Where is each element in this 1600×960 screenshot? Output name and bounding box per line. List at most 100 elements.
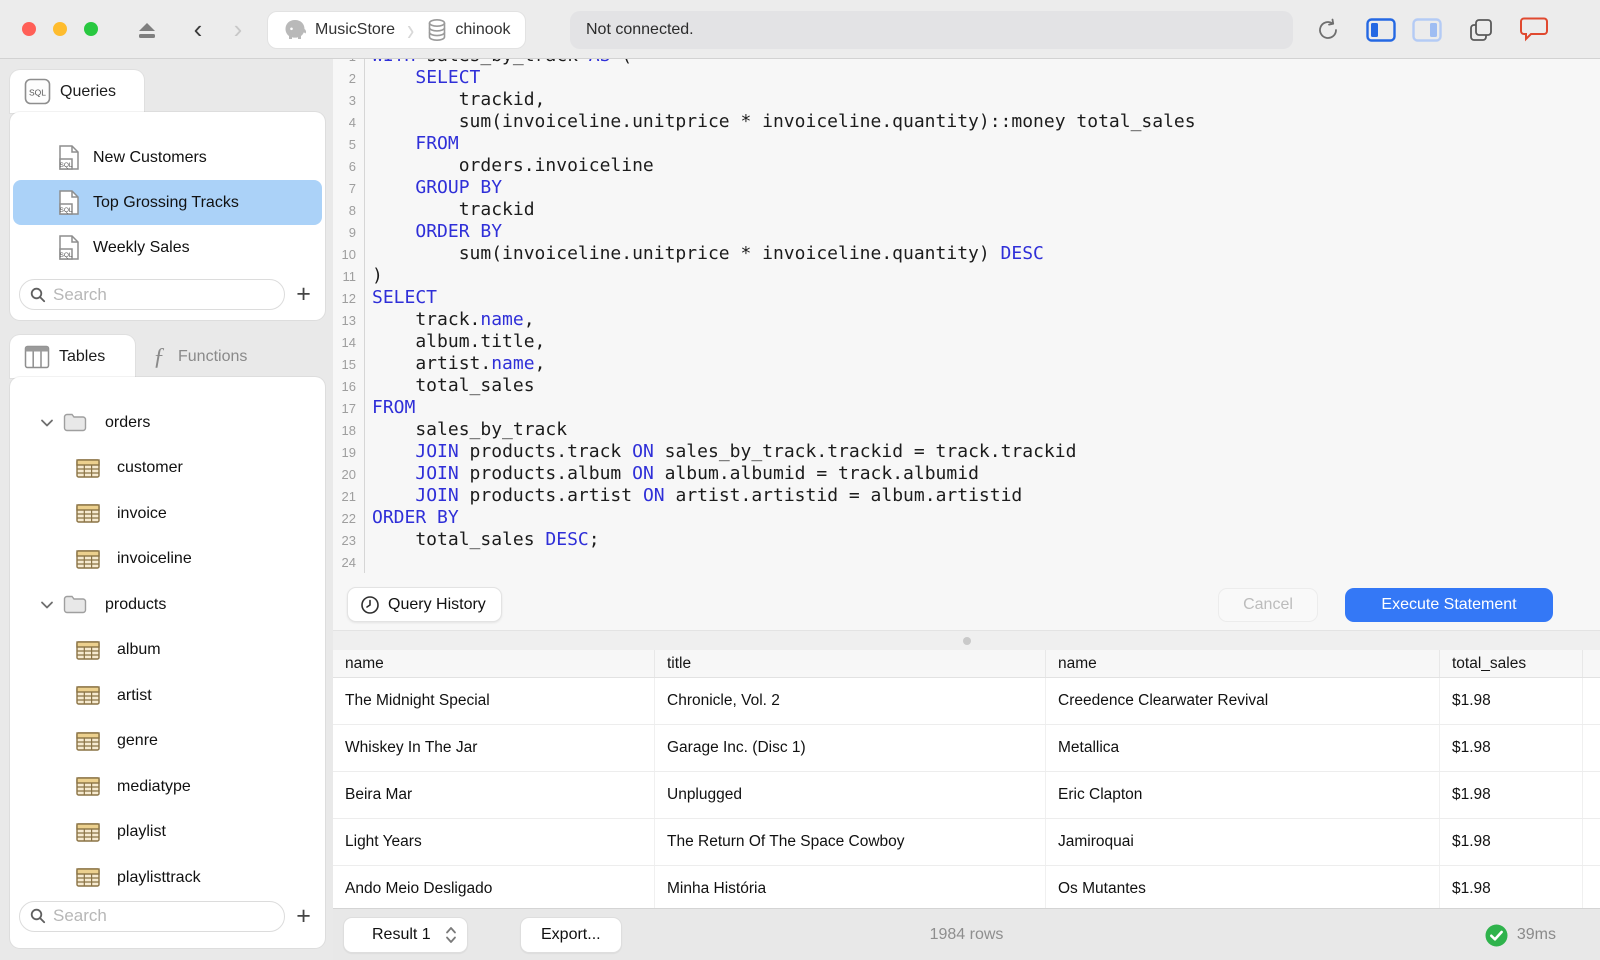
code-line-17[interactable]: 17 FROM: [333, 397, 1600, 419]
table-row[interactable]: Ando Meio Desligado Minha História Os Muta…: [333, 866, 1600, 908]
code-line-15[interactable]: 15 artist.name,: [333, 353, 1600, 375]
table-cell[interactable]: $1.98: [1440, 819, 1583, 865]
column-header-total_sales[interactable]: total_sales: [1440, 650, 1583, 677]
add-query-button[interactable]: +: [291, 280, 316, 309]
table-item-genre[interactable]: genre: [10, 719, 325, 765]
code-line-16[interactable]: 16 total_sales: [333, 375, 1600, 397]
schema-products[interactable]: products: [10, 582, 325, 628]
sql-editor[interactable]: 1WITH sales_by_track AS (2 SELECT3 track…: [333, 59, 1600, 573]
code-line-3[interactable]: 3 trackid,: [333, 89, 1600, 111]
breadcrumb[interactable]: MusicStore › chinook: [267, 11, 526, 49]
table-item-playlist[interactable]: playlist: [10, 810, 325, 856]
breadcrumb-server[interactable]: MusicStore: [282, 18, 395, 42]
query-history-button[interactable]: Query History: [347, 587, 502, 622]
table-cell[interactable]: Light Years: [333, 819, 655, 865]
column-header-name[interactable]: name: [1046, 650, 1440, 677]
tables-search-field[interactable]: [19, 900, 285, 932]
code-line-22[interactable]: 22 ORDER BY: [333, 507, 1600, 529]
table-row[interactable]: Beira Mar Unplugged Eric Clapton $1.98: [333, 772, 1600, 819]
table-cell[interactable]: Beira Mar: [333, 772, 655, 818]
code-line-9[interactable]: 9 ORDER BY: [333, 221, 1600, 243]
table-cell[interactable]: $1.98: [1440, 772, 1583, 818]
tab-queries[interactable]: SQL Queries: [10, 70, 144, 113]
table-item-invoice[interactable]: invoice: [10, 491, 325, 537]
refresh-icon[interactable]: [1312, 0, 1344, 59]
code-line-10[interactable]: 10 sum(invoiceline.unitprice * invoiceli…: [333, 243, 1600, 265]
table-item-invoiceline[interactable]: invoiceline: [10, 537, 325, 583]
back-icon[interactable]: ‹: [184, 0, 212, 59]
tab-functions[interactable]: ƒ Functions: [135, 335, 310, 378]
close-window-button[interactable]: [22, 22, 36, 36]
table-cell[interactable]: Ando Meio Desligado: [333, 866, 655, 908]
table-item-artist[interactable]: artist: [10, 673, 325, 719]
code-line-21[interactable]: 21 JOIN products.artist ON artist.artist…: [333, 485, 1600, 507]
queries-search-field[interactable]: [19, 279, 285, 310]
table-cell[interactable]: $1.98: [1440, 678, 1583, 724]
table-cell[interactable]: Eric Clapton: [1046, 772, 1440, 818]
code-line-7[interactable]: 7 GROUP BY: [333, 177, 1600, 199]
splitter-grip[interactable]: [962, 637, 971, 645]
windows-icon[interactable]: [1464, 0, 1498, 59]
tables-search-input[interactable]: [53, 906, 274, 926]
zoom-window-button[interactable]: [84, 22, 98, 36]
table-row[interactable]: The Midnight Special Chronicle, Vol. 2 Cre…: [333, 678, 1600, 725]
table-cell[interactable]: $1.98: [1440, 866, 1583, 908]
code-line-19[interactable]: 19 JOIN products.track ON sales_by_track…: [333, 441, 1600, 463]
queries-search-input[interactable]: [53, 284, 274, 305]
table-item-customer[interactable]: customer: [10, 446, 325, 492]
table-cell[interactable]: Whiskey In The Jar: [333, 725, 655, 771]
table-row[interactable]: Whiskey In The Jar Garage Inc. (Disc 1) Me…: [333, 725, 1600, 772]
table-cell[interactable]: Unplugged: [655, 772, 1046, 818]
cancel-button[interactable]: Cancel: [1218, 588, 1318, 622]
table-row[interactable]: Light Years The Return Of The Space Cowbo…: [333, 819, 1600, 866]
code-line-4[interactable]: 4 sum(invoiceline.unitprice * invoicelin…: [333, 111, 1600, 133]
code-line-14[interactable]: 14 album.title,: [333, 331, 1600, 353]
table-cell[interactable]: Jamiroquai: [1046, 819, 1440, 865]
execute-statement-button[interactable]: Execute Statement: [1345, 588, 1553, 622]
column-header-title[interactable]: title: [655, 650, 1046, 677]
code-line-20[interactable]: 20 JOIN products.album ON album.albumid …: [333, 463, 1600, 485]
code-line-12[interactable]: 12 SELECT: [333, 287, 1600, 309]
table-cell[interactable]: Metallica: [1046, 725, 1440, 771]
breadcrumb-database[interactable]: chinook: [426, 18, 511, 42]
code-line-18[interactable]: 18 sales_by_track: [333, 419, 1600, 441]
column-header-name[interactable]: name: [333, 650, 655, 677]
query-item-top-grossing-tracks[interactable]: SQL Top Grossing Tracks: [13, 180, 322, 225]
table-cell[interactable]: Minha História: [655, 866, 1046, 908]
code-line-5[interactable]: 5 FROM: [333, 133, 1600, 155]
forward-icon[interactable]: ›: [224, 0, 252, 59]
eject-icon[interactable]: [134, 0, 160, 59]
code-line-1[interactable]: 1 WITH sales_by_track AS (: [333, 59, 1600, 67]
svg-text:SQL: SQL: [59, 207, 72, 214]
chevron-down-icon[interactable]: [40, 418, 56, 428]
table-item-mediatype[interactable]: mediatype: [10, 764, 325, 810]
sidebar-left-icon[interactable]: [1364, 0, 1398, 59]
code-line-8[interactable]: 8 trackid: [333, 199, 1600, 221]
table-cell[interactable]: Creedence Clearwater Revival: [1046, 678, 1440, 724]
minimize-window-button[interactable]: [53, 22, 67, 36]
code-line-13[interactable]: 13 track.name,: [333, 309, 1600, 331]
table-item-playlisttrack[interactable]: playlisttrack: [10, 855, 325, 901]
code-line-23[interactable]: 23 total_sales DESC;: [333, 529, 1600, 551]
sidebar-right-icon[interactable]: [1410, 0, 1444, 59]
tab-tables[interactable]: Tables: [10, 335, 135, 378]
code-line-11[interactable]: 11): [333, 265, 1600, 287]
table-cell[interactable]: Chronicle, Vol. 2: [655, 678, 1046, 724]
query-item-weekly-sales[interactable]: SQL Weekly Sales: [13, 225, 322, 270]
add-table-button[interactable]: +: [291, 902, 316, 931]
table-item-album[interactable]: album: [10, 628, 325, 674]
query-item-new-customers[interactable]: SQL New Customers: [13, 135, 322, 180]
feedback-bubble-icon[interactable]: [1516, 0, 1552, 59]
table-cell[interactable]: $1.98: [1440, 725, 1583, 771]
table-cell[interactable]: Garage Inc. (Disc 1): [655, 725, 1046, 771]
code-line-2[interactable]: 2 SELECT: [333, 67, 1600, 89]
code-line-24[interactable]: 24: [333, 551, 1600, 573]
table-cell[interactable]: The Midnight Special: [333, 678, 655, 724]
table-cell[interactable]: Os Mutantes: [1046, 866, 1440, 908]
table-cell[interactable]: The Return Of The Space Cowboy: [655, 819, 1046, 865]
code-line-6[interactable]: 6 orders.invoiceline: [333, 155, 1600, 177]
queries-search-row: +: [10, 278, 325, 311]
schema-orders[interactable]: orders: [10, 400, 325, 446]
chevron-down-icon[interactable]: [40, 600, 56, 610]
editor-results-splitter[interactable]: [333, 630, 1600, 650]
